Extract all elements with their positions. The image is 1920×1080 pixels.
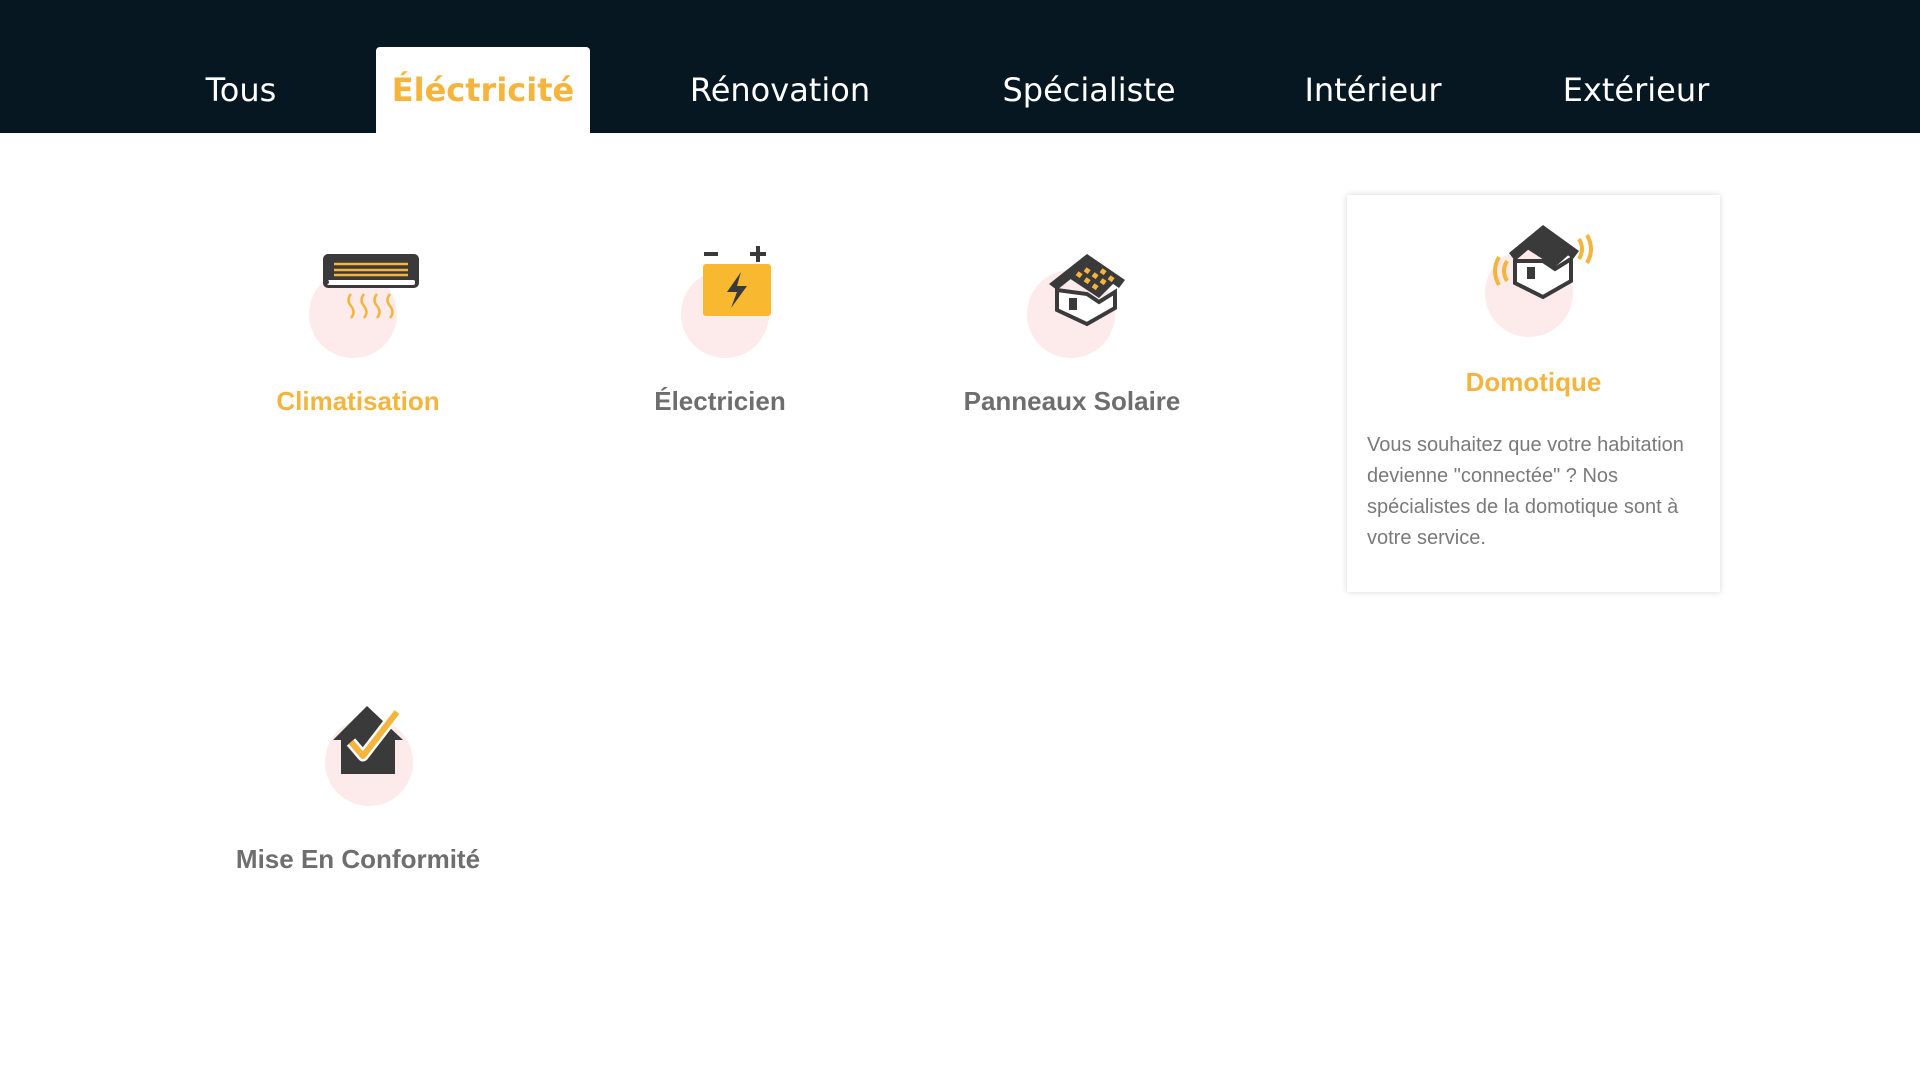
house-check-icon	[293, 698, 423, 818]
service-climatisation[interactable]: Climatisation	[208, 240, 508, 417]
smart-home-icon	[1469, 219, 1599, 339]
service-label: Mise En Conformité	[235, 844, 481, 874]
service-label: Domotique	[1465, 367, 1602, 397]
service-label: Panneaux Solaire	[963, 386, 1181, 416]
tab-exterieur[interactable]: Extérieur	[1562, 47, 1710, 133]
tab-electricite[interactable]: Éléctricité	[376, 47, 590, 133]
service-electricien[interactable]: Électricien	[570, 240, 870, 417]
tab-tous[interactable]: Tous	[170, 47, 312, 133]
solar-house-icon	[1007, 240, 1137, 360]
service-domotique-card[interactable]: Domotique Vous souhaitez que votre habit…	[1347, 195, 1720, 592]
service-mise-en-conformite[interactable]: Mise En Conformité	[208, 698, 508, 875]
service-label: Électricien	[654, 386, 786, 416]
service-label: Climatisation	[276, 386, 440, 416]
tab-renovation[interactable]: Rénovation	[690, 47, 870, 133]
battery-charge-icon	[655, 240, 785, 360]
category-nav: Tous Éléctricité Rénovation Spécialiste …	[0, 0, 1920, 133]
service-description: Vous souhaitez que votre habitation devi…	[1367, 434, 1684, 549]
tab-interieur[interactable]: Intérieur	[1298, 47, 1448, 133]
air-conditioner-icon	[293, 240, 423, 360]
tab-specialiste[interactable]: Spécialiste	[1000, 47, 1178, 133]
service-panneaux-solaire[interactable]: Panneaux Solaire	[922, 240, 1222, 417]
